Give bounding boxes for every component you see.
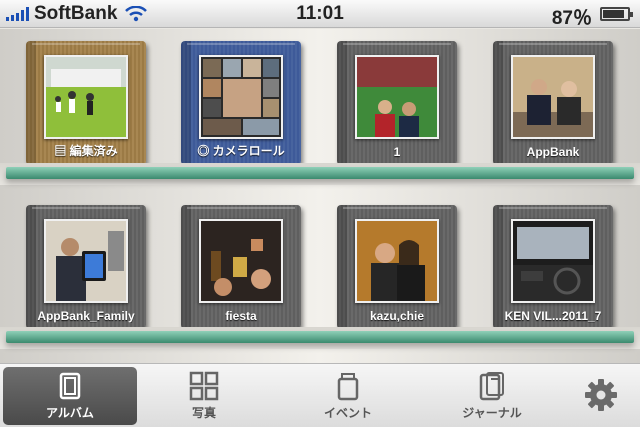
battery-percent: 87％	[551, 8, 592, 29]
journal-icon	[479, 372, 504, 401]
album-camera-roll[interactable]: ◎ カメラロール	[181, 41, 301, 165]
album-cover-photo	[355, 55, 439, 139]
album-label: ▤ 編集済み	[54, 144, 118, 158]
album-cover-photo	[199, 55, 283, 139]
album-icon	[59, 372, 81, 400]
shelf-bottom	[6, 331, 634, 343]
album-appbank-family[interactable]: AppBank_Family	[26, 205, 146, 329]
album-cover-photo	[199, 219, 283, 303]
tab-album[interactable]: アルバム	[3, 367, 137, 425]
album-cover-photo	[355, 219, 439, 303]
album-cover-photo	[44, 55, 128, 139]
clock: 11:01	[296, 3, 344, 24]
shelf-top	[6, 167, 634, 179]
album-edited[interactable]: ▤ 編集済み	[26, 41, 146, 165]
status-bar: SoftBank 11:01 87％	[0, 0, 640, 29]
battery-icon	[600, 7, 633, 21]
album-label: AppBank	[526, 145, 580, 159]
album-fiesta[interactable]: fiesta	[181, 205, 301, 329]
gear-icon[interactable]	[584, 378, 618, 412]
album-cover-photo	[511, 55, 595, 139]
album-1[interactable]: 1	[337, 41, 457, 165]
tab-photos[interactable]: 写真	[137, 367, 271, 425]
album-cover-photo	[44, 219, 128, 303]
album-label: 1	[393, 145, 401, 159]
album-label: AppBank_Family	[37, 309, 135, 323]
tab-bar: アルバム 写真 イベント ジャーナル	[0, 363, 640, 427]
album-label: ◎ カメラロール	[197, 144, 285, 158]
grid-icon	[189, 371, 219, 401]
album-appbank[interactable]: AppBank	[493, 41, 613, 165]
edited-icon: ▤	[54, 144, 70, 158]
tab-events[interactable]: イベント	[281, 367, 415, 425]
tab-journal[interactable]: ジャーナル	[425, 367, 559, 425]
camera-roll-icon: ◎	[197, 144, 213, 158]
album-ken-vil[interactable]: KEN VIL...2011_7	[493, 205, 613, 329]
album-label: kazu,chie	[369, 309, 425, 323]
album-shelf-area: ▤ 編集済み ◎ カメラロール 1 AppBank AppBank_Family…	[0, 29, 640, 363]
album-label: KEN VIL...2011_7	[504, 309, 602, 323]
album-label: fiesta	[225, 309, 257, 323]
album-kazu-chie[interactable]: kazu,chie	[337, 205, 457, 329]
event-icon	[337, 373, 359, 401]
album-cover-photo	[511, 219, 595, 303]
